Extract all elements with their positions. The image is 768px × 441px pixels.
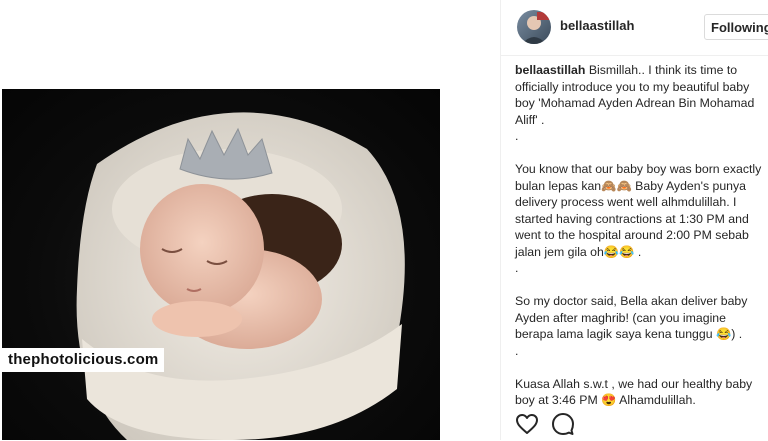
photo-watermark: thephotolicious.com	[2, 348, 165, 372]
baby-head	[140, 184, 264, 314]
caption-dot: .	[515, 343, 519, 358]
post-actions	[515, 412, 595, 436]
comment-icon[interactable]	[551, 412, 575, 436]
caption-username[interactable]: bellaastillah	[515, 63, 585, 77]
avatar-image	[522, 12, 549, 44]
photo-illustration	[76, 112, 405, 440]
heart-icon[interactable]	[515, 412, 539, 436]
caption-dot: .	[515, 261, 519, 275]
caption-gap	[515, 359, 763, 376]
post-caption: bellaastillah Bismillah.. I think its ti…	[515, 62, 763, 409]
caption-gap	[515, 145, 763, 162]
header-username[interactable]: bellaastillah	[560, 18, 634, 33]
caption-dot: .	[515, 129, 519, 143]
avatar[interactable]	[517, 10, 551, 44]
caption-paragraph-3: So my doctor said, Bella akan deliver ba…	[515, 294, 748, 341]
post-photo[interactable]	[2, 89, 440, 440]
caption-gap	[515, 277, 763, 294]
following-button[interactable]: Following	[704, 14, 768, 40]
caption-paragraph-1: bellaastillah Bismillah.. I think its ti…	[515, 62, 763, 128]
baby-hands	[152, 301, 242, 337]
caption-paragraph-2: You know that our baby boy was born exac…	[515, 162, 762, 259]
caption-paragraph-4: Kuasa Allah s.w.t , we had our healthy b…	[515, 376, 753, 408]
post-media-area: thephotolicious.com	[0, 0, 500, 440]
post-side-panel: bellaastillah Following bellaastillah Bi…	[500, 0, 768, 440]
post-header: bellaastillah Following	[501, 0, 768, 56]
